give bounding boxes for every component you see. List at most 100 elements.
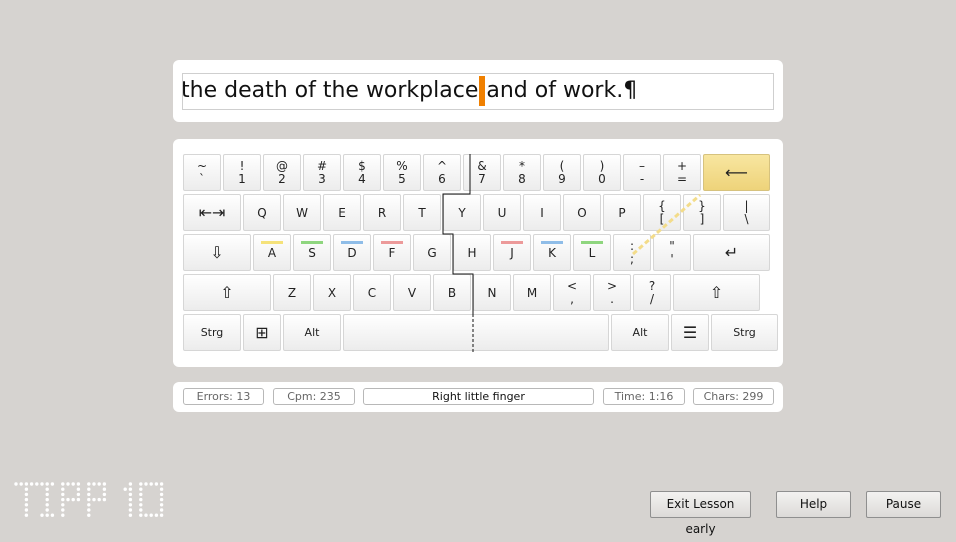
key-0-0[interactable]: ~ ` [183, 154, 221, 191]
key-label: E [338, 205, 346, 220]
key-9[interactable]: (9 [543, 154, 581, 191]
key-l[interactable]: L [573, 234, 611, 271]
key-j[interactable]: J [493, 234, 531, 271]
caps-lock-key[interactable]: ⇩ [183, 234, 251, 271]
key-label: I [540, 205, 544, 220]
key-3-9[interactable]: >. [593, 274, 631, 311]
right-shift-key[interactable]: ⇧ [673, 274, 760, 311]
key-2-10[interactable]: :; [613, 234, 651, 271]
logo-dot [102, 482, 107, 486]
key-8[interactable]: * 8 [503, 154, 541, 191]
key-n[interactable]: N [473, 274, 511, 311]
space-icon [344, 315, 608, 350]
left-alt-icon: Alt [304, 326, 320, 339]
virtual-keyboard-panel: ~ `! 1 @2 #3 $4% 5 ^ 6 & 7 * 8(9) 0– - + = ⟵ ⇤⇥ Q W E R T Y U I O P {… [173, 139, 783, 367]
key-base-label: 7 [478, 172, 486, 186]
key-1[interactable]: ! 1 [223, 154, 261, 191]
key-4[interactable]: $4 [343, 154, 381, 191]
right-ctrl-key[interactable]: Strg [711, 314, 778, 351]
enter-key[interactable]: ↵ [693, 234, 770, 271]
key-h[interactable]: H [453, 234, 491, 271]
key-e[interactable]: E [323, 194, 361, 231]
menu-key[interactable]: ☰ [671, 314, 709, 351]
key-base-label: 6 [438, 172, 446, 186]
key-b[interactable]: B [433, 274, 471, 311]
key-label: Z [287, 285, 297, 300]
key-2-11[interactable]: " ' [653, 234, 691, 271]
key-m[interactable]: M [513, 274, 551, 311]
key-0-11[interactable]: – - [623, 154, 661, 191]
key-3[interactable]: #3 [303, 154, 341, 191]
key-v[interactable]: V [393, 274, 431, 311]
key-y[interactable]: Y [443, 194, 481, 231]
key-1-12[interactable]: }] [683, 194, 721, 231]
help-button[interactable]: Help [776, 491, 851, 518]
key-s[interactable]: S [293, 234, 331, 271]
logo-dot [76, 497, 81, 502]
logo-dot [24, 487, 29, 491]
key-g[interactable]: G [413, 234, 451, 271]
logo-dot [14, 482, 18, 486]
key-k[interactable]: K [533, 234, 571, 271]
key-1-11[interactable]: {[ [643, 194, 681, 231]
key-base-label: ; [629, 252, 635, 266]
key-7[interactable]: & 7 [463, 154, 501, 191]
space-key[interactable] [343, 314, 609, 351]
key-0[interactable]: ) 0 [583, 154, 621, 191]
key-d[interactable]: D [333, 234, 371, 271]
key-i[interactable]: I [523, 194, 561, 231]
logo-dot [159, 508, 164, 512]
key-q[interactable]: Q [243, 194, 281, 231]
logo-dot [139, 487, 143, 491]
key-3-8[interactable]: <, [553, 274, 591, 311]
key-a[interactable]: A [253, 234, 291, 271]
key-u[interactable]: U [483, 194, 521, 231]
time-counter: Time: 1:16 [603, 388, 685, 405]
key-1-13[interactable]: | \ [723, 194, 770, 231]
left-ctrl-key[interactable]: Strg [183, 314, 241, 351]
logo-dot [24, 503, 29, 507]
key-w[interactable]: W [283, 194, 321, 231]
key-r[interactable]: R [363, 194, 401, 231]
pause-button[interactable]: Pause [866, 491, 941, 518]
logo-dot [24, 497, 29, 502]
logo-dot [40, 513, 44, 517]
key-label: V [407, 285, 417, 300]
right-alt-key[interactable]: Alt [611, 314, 669, 351]
logo-dot [139, 503, 143, 507]
key-3-10[interactable]: ? / [633, 274, 671, 311]
home-key-marker [301, 241, 323, 244]
key-2[interactable]: @2 [263, 154, 301, 191]
windows-key[interactable]: ⊞ [243, 314, 281, 351]
key-t[interactable]: T [403, 194, 441, 231]
logo-dot [159, 497, 164, 502]
key-0-12[interactable]: + = [663, 154, 701, 191]
backspace-key[interactable]: ⟵ [703, 154, 770, 191]
key-z[interactable]: Z [273, 274, 311, 311]
logo-dot [128, 503, 133, 507]
key-5[interactable]: % 5 [383, 154, 421, 191]
left-shift-key[interactable]: ⇧ [183, 274, 271, 311]
enter-icon: ↵ [724, 243, 739, 262]
key-f[interactable]: F [373, 234, 411, 271]
logo-dot [76, 487, 81, 491]
windows-icon: ⊞ [255, 323, 269, 342]
text-panel: the death of the workplace and of work.¶ [173, 60, 783, 122]
key-label: H [467, 245, 477, 260]
key-label: G [427, 245, 437, 260]
key-o[interactable]: O [563, 194, 601, 231]
key-c[interactable]: C [353, 274, 391, 311]
key-base-label: - [639, 172, 645, 186]
logo-dot [159, 503, 164, 507]
exit-lesson-button[interactable]: Exit Lesson early [650, 491, 751, 536]
tipp10-logo [14, 480, 189, 524]
logo-dot [144, 482, 148, 486]
key-p[interactable]: P [603, 194, 641, 231]
right-alt-icon: Alt [632, 326, 648, 339]
key-label: O [577, 205, 587, 220]
tab-key[interactable]: ⇤⇥ [183, 194, 241, 231]
key-x[interactable]: X [313, 274, 351, 311]
left-alt-key[interactable]: Alt [283, 314, 341, 351]
key-6[interactable]: ^ 6 [423, 154, 461, 191]
key-base-label: 9 [558, 172, 566, 186]
